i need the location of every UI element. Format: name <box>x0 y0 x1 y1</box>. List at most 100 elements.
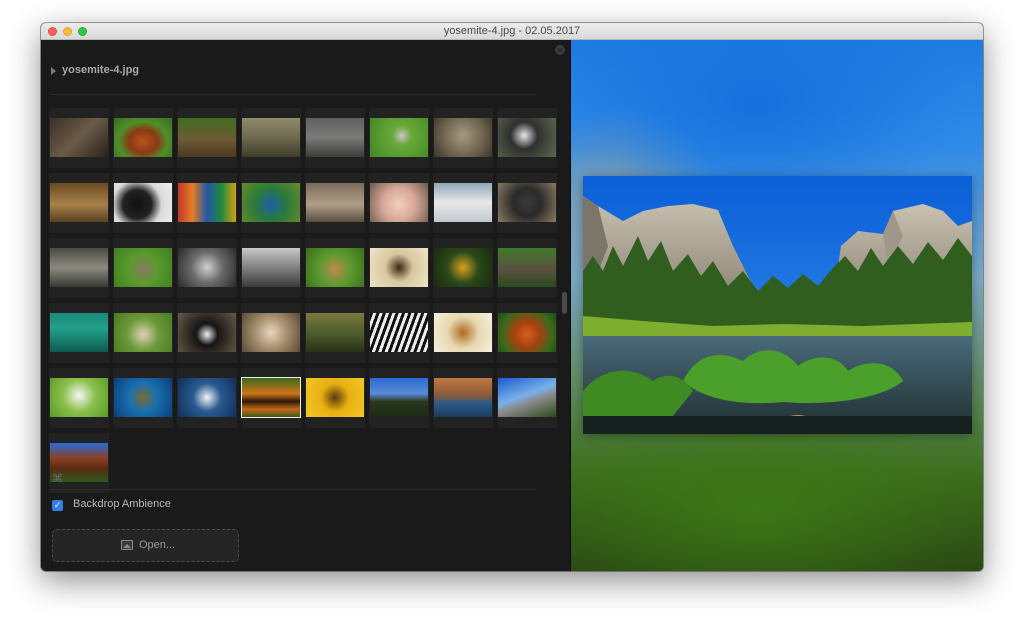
thumb-ostrich <box>370 118 428 157</box>
thumbnail-cell[interactable] <box>49 238 109 298</box>
thumb-opossum <box>50 248 108 287</box>
image-icon <box>121 540 133 550</box>
thumb-porcupine <box>498 183 556 222</box>
thumb-stork <box>50 378 108 417</box>
thumbnail-cell[interactable] <box>369 173 429 233</box>
thumb-squirrel <box>498 313 556 352</box>
thumbnail-cell[interactable] <box>305 303 365 363</box>
main-image[interactable] <box>583 176 972 434</box>
thumb-peacock <box>242 183 300 222</box>
thumbnail-cell[interactable] <box>177 238 237 298</box>
thumb-sunflower <box>306 378 364 417</box>
thumbnail-cell[interactable] <box>49 303 109 363</box>
thumb-sea-lion <box>498 248 556 287</box>
thumbnail-cell[interactable] <box>497 238 557 298</box>
thumbnail-cell[interactable] <box>49 173 109 233</box>
thumbnail-grid <box>49 108 561 493</box>
thumbnail-cell[interactable] <box>433 368 493 428</box>
thumb-deer <box>178 118 236 157</box>
disclosure-triangle-icon[interactable] <box>51 67 56 75</box>
thumb-sheep <box>114 313 172 352</box>
thumbnail-cell[interactable] <box>433 173 493 233</box>
thumb-swan <box>178 378 236 417</box>
thumb-deer-fawns <box>306 248 364 287</box>
thumb-polar-bears <box>434 183 492 222</box>
thumb-tiger <box>242 378 300 417</box>
app-window: yosemite-4.jpg - 02.05.2017 × yosemite-4… <box>41 23 983 571</box>
divider <box>51 94 536 95</box>
thumb-bear <box>114 183 172 222</box>
thumb-hedgehog <box>50 118 108 157</box>
thumb-rhino <box>306 118 364 157</box>
thumbnail-cell[interactable] <box>433 108 493 168</box>
thumb-skunk <box>178 313 236 352</box>
open-button-label: Open... <box>139 539 176 551</box>
thumb-zebra <box>370 313 428 352</box>
thumb-pig <box>370 183 428 222</box>
thumb-scorpion <box>370 248 428 287</box>
thumbnail-cell[interactable] <box>305 108 365 168</box>
thumbnail-cell[interactable] <box>497 303 557 363</box>
thumbnail-cell[interactable] <box>497 108 557 168</box>
thumbnail-cell[interactable] <box>241 238 301 298</box>
thumb-el-capitan <box>498 378 556 417</box>
backdrop-ambience-label[interactable]: Backdrop Ambience <box>73 498 171 510</box>
thumb-valley <box>370 378 428 417</box>
thumb-panda <box>498 118 556 157</box>
thumbnail-cell[interactable] <box>369 368 429 428</box>
yosemite-photo <box>583 176 972 434</box>
thumb-raccoon <box>178 248 236 287</box>
image-viewer <box>570 40 983 571</box>
thumbnail-cell[interactable] <box>241 303 301 363</box>
thumbnail-cell[interactable] <box>113 368 173 428</box>
thumbnail-cell[interactable] <box>433 238 493 298</box>
thumbnail-cell[interactable] <box>369 108 429 168</box>
thumbnail-cell[interactable] <box>177 108 237 168</box>
thumbnail-cell[interactable] <box>113 108 173 168</box>
thumb-meerkats <box>50 183 108 222</box>
thumbnail-cell[interactable] <box>369 238 429 298</box>
thumb-parrots <box>178 183 236 222</box>
thumbnail-cell[interactable] <box>49 108 109 168</box>
thumbnail-cell[interactable] <box>497 173 557 233</box>
thumb-cliff <box>434 378 492 417</box>
thumbnail-cell[interactable] <box>305 368 365 428</box>
thumb-turtle <box>114 378 172 417</box>
thumbnail-scrollbar[interactable] <box>562 292 567 314</box>
thumbnail-cell[interactable] <box>113 238 173 298</box>
thumbnail-cell[interactable] <box>241 108 301 168</box>
sidebar-panel: × yosemite-4.jpg ⌘ ✓ Backdrop Ambience O… <box>41 40 570 571</box>
thumbnail-cell[interactable] <box>241 173 301 233</box>
thumb-snail <box>242 313 300 352</box>
thumb-seal <box>306 183 364 222</box>
thumbnail-cell[interactable] <box>177 303 237 363</box>
thumb-crocodile <box>242 118 300 157</box>
thumbnail-cell[interactable] <box>177 368 237 428</box>
close-panel-icon[interactable]: × <box>555 45 565 55</box>
thumb-shark <box>50 313 108 352</box>
thumb-seahorse <box>434 248 492 287</box>
thumbnail-cell[interactable] <box>369 303 429 363</box>
command-key-icon: ⌘ <box>52 473 63 485</box>
thumb-rabbit <box>114 248 172 287</box>
thumb-spider <box>434 313 492 352</box>
backdrop-ambience-checkbox[interactable]: ✓ <box>52 500 63 511</box>
thumbnail-cell[interactable] <box>305 173 365 233</box>
window-title: yosemite-4.jpg - 02.05.2017 <box>443 25 581 37</box>
thumb-orangutan <box>114 118 172 157</box>
thumb-owl <box>434 118 492 157</box>
title-bar[interactable]: yosemite-4.jpg - 02.05.2017 <box>41 23 983 40</box>
thumbnail-cell[interactable] <box>433 303 493 363</box>
open-button[interactable]: Open... <box>52 529 239 562</box>
thumbnail-cell[interactable] <box>113 173 173 233</box>
thumbnail-cell[interactable] <box>177 173 237 233</box>
thumbnail-cell[interactable] <box>497 368 557 428</box>
thumbnail-cell[interactable] <box>113 303 173 363</box>
divider <box>51 489 536 490</box>
file-name: yosemite-4.jpg <box>62 64 140 76</box>
thumbnail-cell[interactable] <box>49 368 109 428</box>
thumb-frog <box>306 313 364 352</box>
thumb-rat <box>242 248 300 287</box>
thumbnail-cell[interactable] <box>241 368 301 428</box>
thumbnail-cell[interactable] <box>305 238 365 298</box>
